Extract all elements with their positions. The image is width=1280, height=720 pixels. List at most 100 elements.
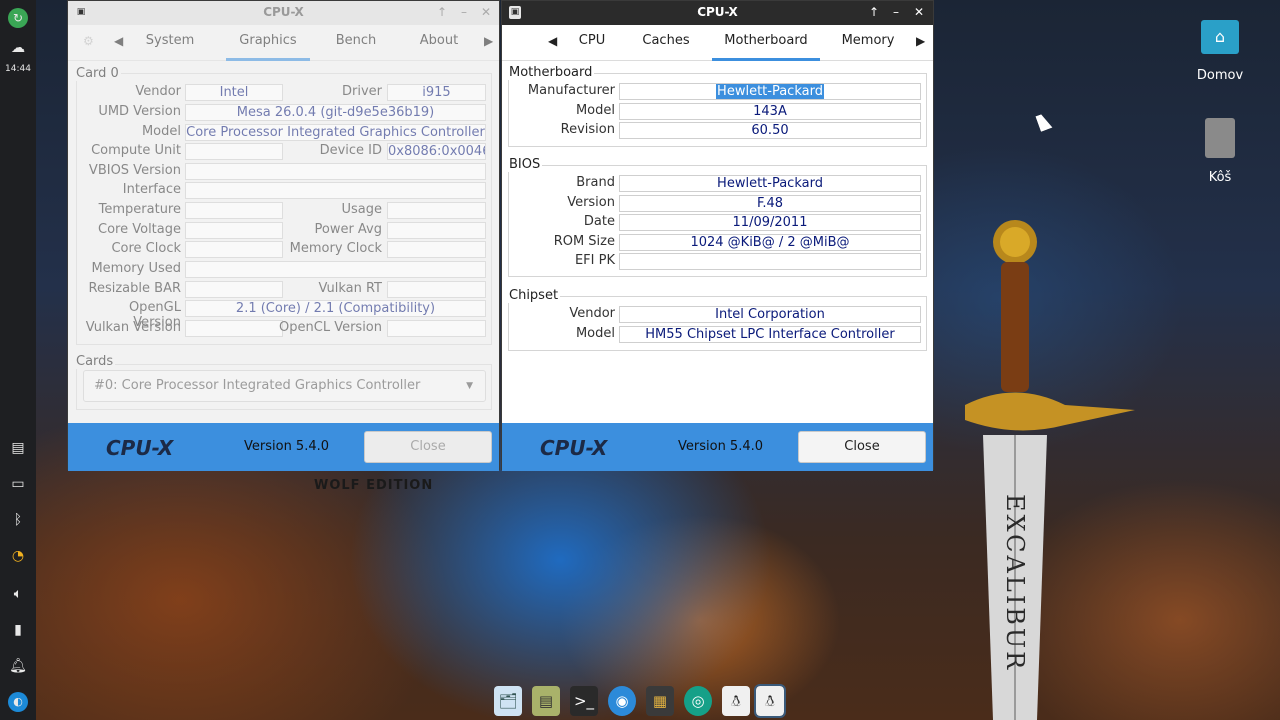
update-icon[interactable]: ↻ [8, 8, 28, 28]
usage-value [387, 202, 486, 219]
device-id-value: 0x8086:0x0046 [387, 143, 486, 160]
active-tab-indicator [226, 58, 310, 61]
volume-icon[interactable]: 🔈︎ [8, 584, 28, 604]
desktop-icon-label: Domov [1196, 68, 1244, 83]
cpux-dock-icon[interactable]: 🐧︎ [754, 684, 786, 718]
close-icon[interactable]: ✕ [911, 4, 927, 20]
model-value[interactable]: 143A [619, 103, 921, 120]
minimize-icon[interactable]: – [888, 4, 904, 20]
manufacturer-value[interactable]: Hewlett-Packard [619, 83, 921, 100]
bios-version-label: Version [567, 195, 615, 210]
tab-graphics[interactable]: Graphics [226, 33, 310, 61]
resizable-bar-label: Resizable BAR [88, 281, 181, 296]
app-menu-icon[interactable]: ◐ [8, 692, 28, 712]
wallpaper-edition-text: WOLF EDITION [314, 478, 434, 493]
tab-label: Caches [642, 33, 690, 48]
power-avg-label: Power Avg [314, 222, 382, 237]
web-browser-icon[interactable]: ◉ [608, 686, 636, 716]
tab-label: Bench [335, 33, 377, 48]
umd-label: UMD Version [98, 104, 181, 119]
bios-date-label: Date [583, 214, 615, 229]
efi-pk-label: EFI PK [574, 253, 615, 268]
bios-brand-value[interactable]: Hewlett-Packard [619, 175, 921, 192]
tab-memory[interactable]: Memory [836, 33, 900, 48]
keep-above-icon[interactable]: ↑ [434, 4, 450, 20]
cards-group-title: Cards [74, 354, 116, 369]
tab-scroll-left-icon[interactable]: ◀ [548, 34, 557, 48]
temperature-value [185, 202, 283, 219]
window-footer: CPU-X Version 5.4.0 Close [68, 423, 499, 471]
window-titlebar[interactable]: ▣ CPU-X ↑ – ✕ [68, 1, 499, 25]
window-titlebar[interactable]: ▣ CPU-X ↑ – ✕ [502, 1, 933, 25]
bios-group-title: BIOS [507, 157, 543, 172]
close-button[interactable]: Close [364, 431, 492, 463]
device-id-label: Device ID [319, 143, 382, 158]
vbios-label: VBIOS Version [88, 163, 181, 178]
tab-about[interactable]: About [408, 33, 470, 48]
rom-size-value[interactable]: 1024 @KiB@ / 2 @MiB@ [619, 234, 921, 251]
clock[interactable]: 14:44 [0, 64, 36, 74]
notifications-icon[interactable]: 🔔︎ [8, 656, 28, 676]
memory-clock-value [387, 241, 486, 258]
motherboard-group-title: Motherboard [507, 65, 595, 80]
weather-icon[interactable]: ☁ [8, 38, 28, 58]
system-monitor-icon[interactable]: ▦ [646, 686, 674, 716]
vulkan-rt-label: Vulkan RT [318, 281, 382, 296]
chipset-model-value[interactable]: HM55 Chipset LPC Interface Controller [619, 326, 921, 343]
vulkan-rt-value [387, 281, 486, 298]
dock: 🗂︎ ▤ >_ ◉ ▦ ◎ 🐧︎ 🐧︎ [488, 682, 792, 720]
tab-caches[interactable]: Caches [632, 33, 700, 48]
tab-label: Motherboard [724, 33, 808, 48]
clipboard-icon[interactable]: ▤ [8, 438, 28, 458]
terminal-icon[interactable]: >_ [570, 686, 598, 716]
driver-label: Driver [341, 84, 382, 99]
tab-scroll-right-icon[interactable]: ▶ [916, 34, 925, 48]
cards-select-value: #0: Core Processor Integrated Graphics C… [94, 378, 421, 393]
desktop-icon-trash[interactable]: Kôš [1190, 118, 1250, 185]
model-label: Model [141, 124, 181, 139]
chipset-vendor-value[interactable]: Intel Corporation [619, 306, 921, 323]
desktop-icon-home[interactable]: ⌂ Domov [1190, 20, 1250, 83]
interface-value [185, 182, 486, 199]
files-clock-icon[interactable]: 🗂︎ [494, 686, 522, 716]
close-icon[interactable]: ✕ [478, 4, 494, 20]
tab-system[interactable]: System [134, 33, 206, 48]
trash-icon [1205, 118, 1235, 158]
tux-app-icon[interactable]: 🐧︎ [722, 686, 750, 716]
memory-used-value [185, 261, 486, 278]
tab-bench[interactable]: Bench [322, 33, 390, 48]
tab-scroll-right-icon[interactable]: ▶ [484, 34, 493, 48]
sword-artwork [965, 220, 1135, 720]
system-panel: ↻ ☁ 14:44 ▤ ▭ ᛒ ◔ 🔈︎ ▮ 🔔︎ ◐ [0, 0, 36, 720]
revision-value[interactable]: 60.50 [619, 122, 921, 139]
file-manager-icon[interactable]: ▤ [532, 686, 560, 716]
tab-cpu[interactable]: CPU [568, 33, 616, 48]
tab-scroll-left-icon[interactable]: ◀ [114, 34, 123, 48]
keep-above-icon[interactable]: ↑ [866, 4, 882, 20]
bios-date-value[interactable]: 11/09/2011 [619, 214, 921, 231]
chipset-model-label: Model [575, 326, 615, 341]
cards-select[interactable]: #0: Core Processor Integrated Graphics C… [83, 370, 486, 402]
manufacturer-label: Manufacturer [527, 83, 615, 98]
active-tab-indicator [712, 58, 820, 61]
revision-label: Revision [560, 122, 615, 137]
power-profile-icon[interactable]: ◔ [8, 546, 28, 566]
bios-version-value[interactable]: F.48 [619, 195, 921, 212]
vulkan-version-label: Vulkan Version [85, 320, 181, 335]
efi-pk-value[interactable] [619, 253, 921, 270]
bluetooth-icon[interactable]: ᛒ [8, 510, 28, 530]
footer-brand: CPU-X [540, 436, 608, 460]
minimize-icon[interactable]: – [456, 4, 472, 20]
footer-brand: CPU-X [106, 436, 174, 460]
screen-icon[interactable]: ▭ [8, 474, 28, 494]
screenshot-icon[interactable]: ◎ [684, 686, 712, 716]
vbios-value [185, 163, 486, 180]
close-button[interactable]: Close [798, 431, 926, 463]
sword-engraving: EXCALIBUR [1001, 494, 1029, 673]
tab-motherboard[interactable]: Motherboard [712, 33, 820, 61]
bios-brand-label: Brand [576, 175, 615, 190]
rom-size-label: ROM Size [553, 234, 615, 249]
core-clock-value [185, 241, 283, 258]
model-value: Core Processor Integrated Graphics Contr… [185, 124, 486, 141]
battery-icon[interactable]: ▮ [8, 620, 28, 640]
